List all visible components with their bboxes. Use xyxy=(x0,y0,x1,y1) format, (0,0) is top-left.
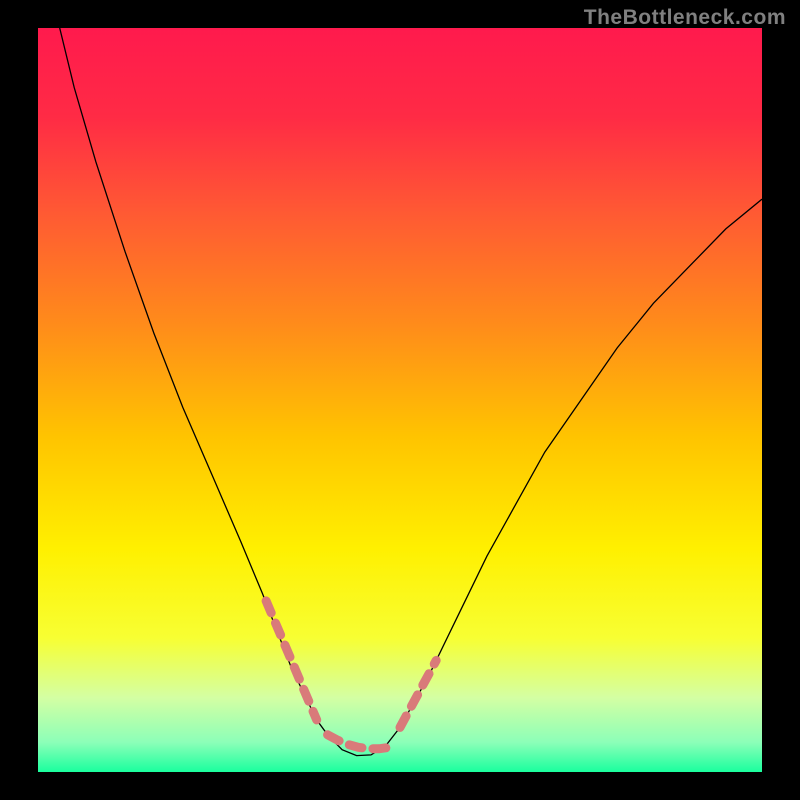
chart-background xyxy=(38,28,762,772)
chart-plot-area xyxy=(38,28,762,772)
chart-svg xyxy=(38,28,762,772)
watermark-text: TheBottleneck.com xyxy=(584,6,786,30)
